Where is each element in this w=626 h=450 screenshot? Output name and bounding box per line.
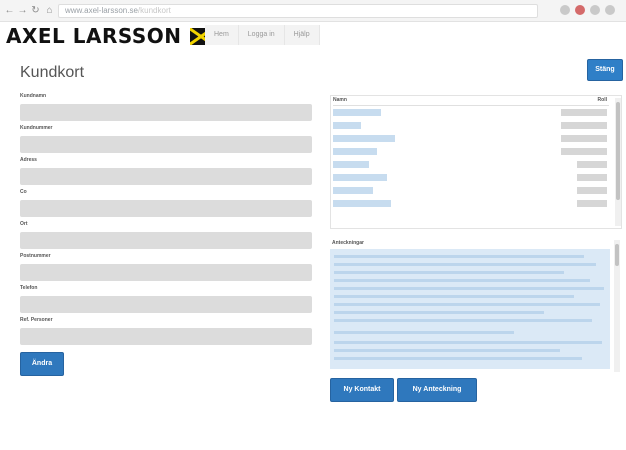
field-label-co: Co <box>20 189 27 195</box>
note-line <box>334 287 604 290</box>
contact-role <box>561 135 607 142</box>
field-label-kundnamn: Kundnamn <box>20 93 47 99</box>
nav-item-hem[interactable]: Hem <box>205 25 239 45</box>
note-line <box>334 319 592 322</box>
note-line <box>334 311 544 314</box>
address-url-suffix: /kundkort <box>137 6 171 15</box>
table-row[interactable] <box>333 108 607 117</box>
note-line <box>334 295 574 298</box>
page-title: Kundkort <box>20 64 85 81</box>
table-row[interactable] <box>333 160 607 169</box>
note-line <box>334 341 602 344</box>
contacts-panel: Namn Roll <box>330 95 622 229</box>
table-row[interactable] <box>333 147 607 156</box>
contact-role <box>577 174 607 181</box>
note-line <box>334 263 596 266</box>
back-icon[interactable]: ← <box>4 5 15 16</box>
note-line <box>334 331 514 334</box>
home-icon[interactable]: ⌂ <box>44 5 55 16</box>
contacts-col-note: Roll <box>597 97 607 103</box>
forward-icon[interactable]: → <box>17 5 28 16</box>
nav-item-hjalp[interactable]: Hjälp <box>284 25 320 45</box>
notes-label: Anteckningar <box>332 240 364 246</box>
kundnummer-field[interactable] <box>20 136 312 153</box>
note-line <box>334 255 584 258</box>
telefon-field[interactable] <box>20 296 312 313</box>
close-button[interactable]: Stäng <box>587 59 623 81</box>
contact-role <box>561 109 607 116</box>
notes-scroll-thumb[interactable] <box>615 244 619 266</box>
reload-icon[interactable]: ↻ <box>30 5 41 16</box>
ort-field[interactable] <box>20 232 312 249</box>
brand-logo[interactable]: AXEL LARSSON <box>6 24 212 48</box>
contact-name <box>333 174 387 181</box>
note-line <box>334 303 600 306</box>
note-line <box>334 349 560 352</box>
notes-scrollbar[interactable] <box>614 240 620 372</box>
kundnamn-field[interactable] <box>20 104 312 121</box>
contacts-scrollbar[interactable] <box>615 98 621 226</box>
contact-name <box>333 161 369 168</box>
address-url: www.axel-larsson.se <box>65 6 138 15</box>
save-button[interactable]: Ändra <box>20 352 64 376</box>
menu-icon[interactable] <box>605 5 615 15</box>
note-line <box>334 279 590 282</box>
postnummer-field[interactable] <box>20 264 312 281</box>
field-label-ort: Ort <box>20 221 28 227</box>
block-icon[interactable] <box>575 5 585 15</box>
co-field[interactable] <box>20 200 312 217</box>
nav-item-logga-in[interactable]: Logga in <box>238 25 285 45</box>
note-line <box>334 271 564 274</box>
logo-text: AXEL LARSSON <box>6 24 182 48</box>
contact-role <box>577 200 607 207</box>
contact-name <box>333 187 373 194</box>
browser-toolbar: ← → ↻ ⌂ www.axel-larsson.se/kundkort <box>0 0 626 22</box>
extension-icon[interactable] <box>590 5 600 15</box>
address-bar[interactable]: www.axel-larsson.se/kundkort <box>58 4 538 18</box>
contact-name <box>333 122 361 129</box>
contact-name <box>333 135 395 142</box>
adress-field[interactable] <box>20 168 312 185</box>
top-navigation: Hem Logga in Hjälp <box>205 25 320 45</box>
new-contact-button[interactable]: Ny Kontakt <box>330 378 394 402</box>
note-line <box>334 357 582 360</box>
star-icon[interactable] <box>560 5 570 15</box>
contact-role <box>561 122 607 129</box>
table-row[interactable] <box>333 134 607 143</box>
contacts-scroll-thumb[interactable] <box>616 102 620 200</box>
table-row[interactable] <box>333 186 607 195</box>
contact-role <box>561 148 607 155</box>
contact-name <box>333 148 377 155</box>
contact-role <box>577 161 607 168</box>
contacts-col-name: Namn <box>333 97 347 103</box>
new-note-button[interactable]: Ny Anteckning <box>397 378 477 402</box>
contact-role <box>577 187 607 194</box>
field-label-postnummer: Postnummer <box>20 253 51 259</box>
field-label-adress: Adress <box>20 157 37 163</box>
table-row[interactable] <box>333 199 607 208</box>
ref-personer-field[interactable] <box>20 328 312 345</box>
contact-name <box>333 109 381 116</box>
notes-textarea[interactable] <box>330 249 610 369</box>
table-row[interactable] <box>333 121 607 130</box>
field-label-telefon: Telefon <box>20 285 38 291</box>
table-row[interactable] <box>333 173 607 182</box>
contacts-header-divider <box>333 105 609 106</box>
field-label-ref-personer: Ref. Personer <box>20 317 53 323</box>
contact-name <box>333 200 391 207</box>
field-label-kundnummer: Kundnummer <box>20 125 53 131</box>
